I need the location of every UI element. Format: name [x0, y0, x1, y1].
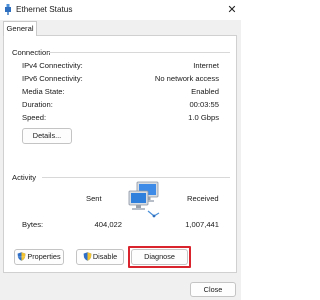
speed-label: Speed: — [22, 113, 47, 122]
duration-value: 00:03:55 — [189, 100, 219, 109]
connection-divider — [49, 52, 230, 53]
ipv4-value: Internet — [193, 61, 219, 70]
bytes-sent-value: 404,022 — [94, 220, 122, 229]
ipv6-label: IPv6 Connectivity: — [22, 74, 83, 83]
diagnose-button[interactable]: Diagnose — [131, 249, 188, 265]
media-state-label: Media State: — [22, 87, 65, 96]
activity-heading: Activity — [12, 173, 37, 182]
ipv4-label: IPv4 Connectivity: — [22, 61, 83, 70]
activity-divider — [42, 177, 230, 178]
ethernet-plug-icon — [4, 4, 12, 15]
ipv6-value: No network access — [154, 74, 219, 83]
duration-label: Duration: — [22, 100, 53, 109]
bytes-received-value: 1,007,441 — [185, 220, 219, 229]
shield-icon — [17, 252, 26, 261]
network-computers-icon — [128, 180, 162, 220]
bytes-label: Bytes: — [22, 220, 44, 229]
media-state-value: Enabled — [191, 87, 219, 96]
tab-general[interactable]: General — [3, 21, 37, 36]
received-label: Received — [187, 194, 219, 203]
speed-value: 1.0 Gbps — [188, 113, 219, 122]
details-button[interactable]: Details... — [22, 128, 72, 144]
window-title: Ethernet Status — [16, 5, 73, 14]
properties-button[interactable]: Properties — [14, 249, 64, 265]
general-tab-panel — [3, 35, 237, 273]
disable-label: Disable — [92, 252, 118, 261]
connection-heading: Connection — [12, 48, 51, 57]
close-window-icon[interactable]: ✕ — [223, 1, 241, 19]
properties-label: Properties — [27, 252, 61, 261]
close-button[interactable]: Close — [190, 282, 236, 297]
shield-icon — [83, 252, 92, 261]
sent-label: Sent — [86, 194, 102, 203]
disable-button[interactable]: Disable — [76, 249, 124, 265]
